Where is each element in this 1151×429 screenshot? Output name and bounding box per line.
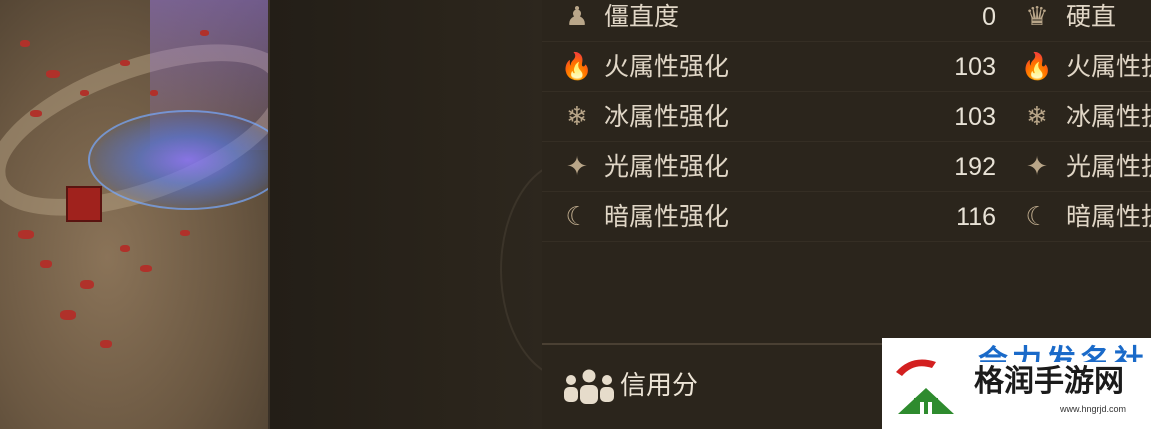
stat-label: 暗属性抗 (1066, 202, 1151, 231)
red-crate (66, 186, 102, 222)
stat-row: ✦ 光属性强化 192 ✦ 光属性抗 (542, 142, 1151, 192)
watermark: 会力发名社 格润手游网 www.hngrjd.com (882, 338, 1151, 429)
debris (80, 90, 89, 96)
stat-label: 光属性抗 (1066, 152, 1151, 181)
stat-value: 192 (954, 153, 996, 181)
debris (40, 260, 52, 268)
game-scene (0, 0, 270, 429)
debris (120, 60, 130, 66)
watermark-partial-text: 会力发名社 (978, 344, 1148, 362)
debris (18, 230, 34, 239)
credit-score-label: 信用分 (620, 371, 699, 401)
debris (200, 30, 209, 36)
stat-row: ❄ 冰属性强化 103 ❄ 冰属性抗 (542, 92, 1151, 142)
people-icon (564, 369, 614, 404)
watermark-brand: 格润手游网 (974, 364, 1124, 399)
ice-enhance-icon: ❄ (566, 102, 588, 132)
debris (20, 40, 30, 47)
stat-value: 116 (956, 203, 996, 231)
stat-row: ☾ 暗属性强化 116 ☾ 暗属性抗 (542, 192, 1151, 242)
stat-row: 🔥 火属性强化 103 🔥 火属性抗 (542, 42, 1151, 92)
debris (180, 230, 190, 236)
debris (30, 110, 42, 117)
stat-value: 0 (982, 3, 996, 31)
fire-enhance-icon: 🔥 (560, 52, 594, 82)
stat-label: 冰属性抗 (1066, 102, 1151, 131)
background-area (270, 0, 640, 429)
stat-value: 103 (954, 53, 996, 81)
stat-label: 光属性强化 (604, 152, 730, 181)
stat-label: 火属性抗 (1066, 52, 1151, 81)
hardstun-icon: ♛ (1025, 2, 1049, 32)
stat-label: 冰属性强化 (604, 102, 730, 131)
debris (60, 310, 76, 320)
watermark-logo-icon (896, 359, 954, 414)
stagger-resist-icon: ♟ (565, 2, 589, 32)
debris (120, 245, 130, 252)
watermark-url: www.hngrjd.com (1060, 404, 1127, 414)
debris (140, 265, 152, 272)
ice-resist-icon: ❄ (1026, 102, 1048, 132)
light-resist-icon: ✦ (1026, 152, 1048, 182)
debris (150, 90, 158, 96)
dark-resist-icon: ☾ (1025, 202, 1049, 232)
debris (80, 280, 94, 289)
debris (46, 70, 60, 78)
dark-enhance-icon: ☾ (565, 202, 589, 232)
fire-resist-icon: 🔥 (1020, 52, 1054, 82)
stat-label: 硬直 (1066, 2, 1117, 31)
light-enhance-icon: ✦ (566, 152, 588, 182)
stat-label: 火属性强化 (604, 52, 730, 81)
debris (100, 340, 112, 348)
stat-label: 暗属性强化 (604, 202, 730, 231)
stat-row: ♟ 僵直度 0 ♛ 硬直 (542, 0, 1151, 42)
stat-value: 103 (954, 103, 996, 131)
stat-label: 僵直度 (604, 2, 680, 31)
